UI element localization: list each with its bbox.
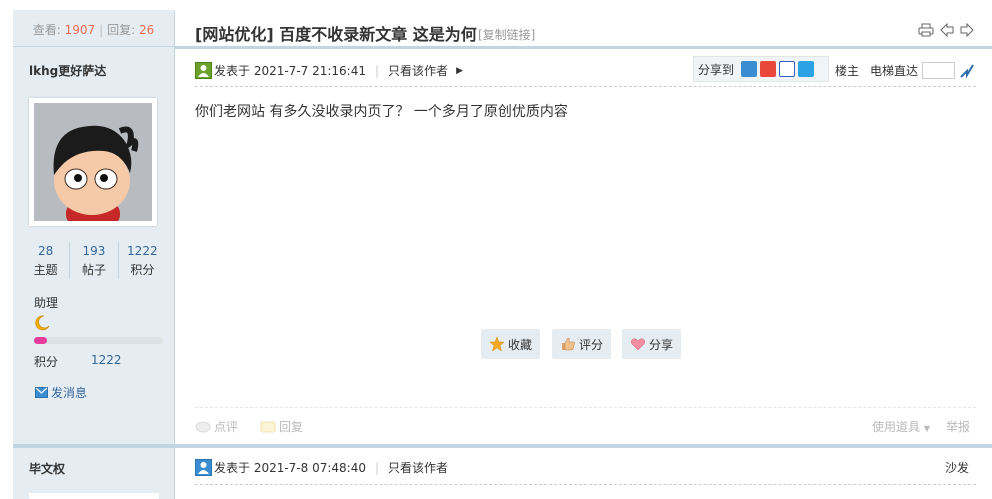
qq-share-icon[interactable] <box>798 61 815 77</box>
floor-label: 楼主 <box>835 64 860 78</box>
author-only-link[interactable]: 只看该作者 <box>388 62 448 79</box>
use-tools-menu[interactable]: 使用道具 ▼ <box>872 418 930 435</box>
post-time: 发表于 2021-7-8 07:48:40 <box>214 461 366 475</box>
thread-title: [网站优化] 百度不收录新文章 这是为何 <box>195 25 477 44</box>
stat-posts[interactable]: 193 帖子 <box>69 242 117 279</box>
copy-link-button[interactable]: [复制链接] <box>478 26 535 43</box>
user-rank[interactable]: 助理 <box>34 294 58 311</box>
author-only-link[interactable]: 只看该作者 <box>388 459 448 476</box>
floor-jump: 电梯直达 <box>870 62 975 79</box>
stat-credits[interactable]: 1222 积分 <box>117 242 166 279</box>
post-content: 你们老网站 有多久没收录内页了？ 一个多月了原创优质内容 <box>195 104 568 120</box>
replies-count: 26 <box>139 23 155 37</box>
avatar[interactable] <box>29 493 159 499</box>
print-icon[interactable] <box>918 23 934 37</box>
star-icon <box>489 336 505 352</box>
go-floor-icon[interactable] <box>959 63 975 79</box>
comment-icon <box>195 421 211 432</box>
favorite-button[interactable]: 收藏 <box>481 329 541 359</box>
online-status-icon <box>195 62 212 79</box>
comment-link[interactable]: 点评 <box>195 418 238 435</box>
separator <box>195 484 976 485</box>
floor-label: 沙发 <box>945 461 970 475</box>
post-meta: 发表于 2021-7-7 21:16:41 | 只看该作者 ▶ <box>195 62 463 79</box>
share-button[interactable]: 分享 <box>622 329 682 359</box>
credit-label: 积分 <box>34 355 59 369</box>
reply-link[interactable]: 回复 <box>260 418 303 435</box>
prev-thread-icon[interactable] <box>940 23 954 37</box>
offline-status-icon <box>195 459 212 476</box>
report-link[interactable]: 举报 <box>946 418 970 435</box>
avatar-image <box>34 103 152 221</box>
qzone-icon[interactable] <box>741 61 758 77</box>
separator <box>195 407 976 408</box>
next-thread-icon[interactable] <box>960 23 974 37</box>
views-label: 查看: <box>32 23 61 37</box>
credit-row: 积分 1222 <box>34 353 122 370</box>
send-message-link[interactable]: 发消息 <box>35 384 87 401</box>
replies-label: 回复: <box>107 23 136 37</box>
post-divider <box>175 444 992 448</box>
separator <box>195 86 976 87</box>
stat-threads[interactable]: 28 主题 <box>22 242 69 279</box>
views-count: 1907 <box>64 23 96 37</box>
user-stats: 28 主题 193 帖子 1222 积分 <box>22 242 166 279</box>
heart-icon <box>630 338 646 351</box>
post-footer-actions: 点评 回复 <box>195 418 303 435</box>
post-time: 发表于 2021-7-7 21:16:41 <box>214 64 366 78</box>
author-name[interactable]: lkhg更好萨达 <box>29 62 106 79</box>
credit-value: 1222 <box>91 353 122 367</box>
reply-icon <box>260 421 276 432</box>
author-name[interactable]: 毕文权 <box>29 460 65 477</box>
post-divider <box>13 444 175 448</box>
mail-icon <box>35 387 48 398</box>
moon-icon <box>34 315 50 334</box>
baidu-icon[interactable] <box>779 61 796 77</box>
jump-label: 电梯直达 <box>870 64 919 78</box>
thread-stats: 查看: 1907 | 回复: 26 <box>13 10 174 47</box>
weibo-icon[interactable] <box>760 61 777 77</box>
post-meta: 发表于 2021-7-8 07:48:40 | 只看该作者 <box>195 459 448 476</box>
share-bar: 分享到 <box>693 56 829 82</box>
share-label: 分享到 <box>698 62 735 77</box>
floor-jump-input[interactable] <box>922 62 956 79</box>
caret-right-icon: ▶ <box>456 65 463 76</box>
thread-tools <box>918 23 974 37</box>
rate-button[interactable]: 评分 <box>552 329 612 359</box>
avatar[interactable] <box>29 98 157 226</box>
rank-progress-bar <box>34 337 163 344</box>
thumbs-up-icon <box>562 337 575 351</box>
post-footer-tools: 使用道具 ▼ 举报 <box>872 418 970 435</box>
